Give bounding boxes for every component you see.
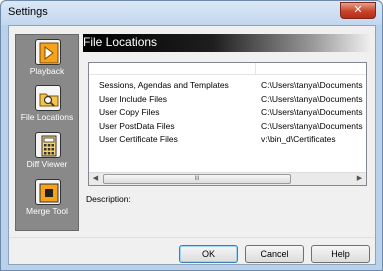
location-path: v:\bin_d\Certificates [261, 134, 336, 144]
window-title: Settings [8, 6, 48, 18]
calculator-icon [35, 132, 61, 158]
location-path: C:\Users\tanya\Documents [261, 120, 363, 131]
location-path: C:\Users\tanya\Documents [261, 80, 363, 90]
help-button[interactable]: Help [311, 245, 370, 263]
description-label: Description: [86, 194, 131, 204]
sidebar-item-label: Merge Tool [26, 206, 68, 216]
scrollbar-thumb[interactable]: III [103, 174, 291, 184]
location-name: User PostData Files [99, 120, 175, 131]
list-item[interactable]: User Copy Files C:\Users\tanya\Documents [89, 107, 366, 121]
sidebar-item-label: File Locations [20, 112, 74, 122]
location-path: C:\Users\tanya\Documents [261, 93, 363, 104]
list-item[interactable]: User PostData Files C:\Users\tanya\Docum… [89, 121, 366, 135]
dialog-body: Playback File Locations Diff Viewer Merg… [8, 25, 376, 265]
close-button[interactable]: ✕ [340, 2, 376, 19]
location-path: C:\Users\tanya\Documents [261, 107, 363, 117]
settings-nav: Playback File Locations Diff Viewer Merg… [15, 34, 79, 231]
location-name: Sessions, Agendas and Templates [99, 80, 229, 90]
settings-window: Settings ✕ Playback File Locations Diff … [0, 0, 383, 271]
ok-button[interactable]: OK [179, 245, 238, 263]
close-icon: ✕ [353, 4, 363, 16]
list-item[interactable]: User Certificate Files v:\bin_d\Certific… [89, 134, 366, 148]
scroll-left-icon[interactable]: ◀ [89, 173, 102, 185]
title-bar[interactable]: Settings ✕ [1, 1, 382, 25]
location-name: User Copy Files [99, 107, 160, 117]
cancel-button[interactable]: Cancel [245, 245, 304, 263]
file-locations-list[interactable]: Sessions, Agendas and Templates C:\Users… [88, 62, 367, 186]
sidebar-item-label: Diff Viewer [26, 159, 68, 169]
button-divider [9, 237, 375, 238]
list-header [89, 63, 366, 75]
horizontal-scrollbar[interactable]: ◀ III ▶ [89, 172, 366, 185]
scroll-right-icon[interactable]: ▶ [353, 173, 366, 185]
folder-search-icon [35, 85, 61, 111]
section-header: File Locations [83, 34, 371, 52]
section-title: File Locations [83, 35, 158, 49]
location-name: User Include Files [99, 93, 168, 104]
list-rows: Sessions, Agendas and Templates C:\Users… [89, 80, 366, 148]
list-item[interactable]: User Include Files C:\Users\tanya\Docume… [89, 94, 366, 108]
location-name: User Certificate Files [99, 134, 178, 144]
merge-icon [35, 179, 61, 205]
list-item[interactable]: Sessions, Agendas and Templates C:\Users… [89, 80, 366, 94]
sidebar-item-label: Playback [29, 66, 65, 76]
play-icon [35, 39, 61, 65]
column-separator[interactable] [255, 63, 256, 75]
